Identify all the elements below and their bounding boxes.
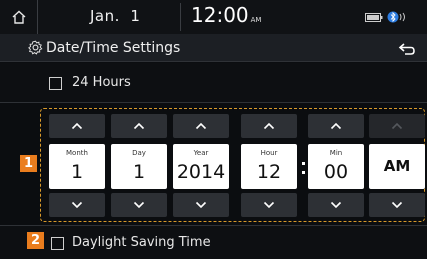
chevron-down-icon	[133, 201, 145, 209]
day-down-button[interactable]	[111, 193, 167, 217]
year-field[interactable]: Year 2014	[173, 144, 229, 189]
year-down-button[interactable]	[173, 193, 229, 217]
callout-badge-2: 2	[27, 232, 44, 249]
screen: Jan. 1 12:00 AM Date/Time Settings 24 Ho…	[0, 0, 427, 259]
hours24-label: 24 Hours	[72, 75, 131, 90]
time-colon	[302, 154, 306, 180]
status-date: Jan. 1	[90, 7, 141, 25]
min-value: 00	[323, 161, 349, 183]
chevron-up-icon	[391, 122, 403, 130]
month-value: 1	[70, 161, 84, 183]
bluetooth-icon	[387, 11, 405, 23]
month-up-button[interactable]	[49, 114, 105, 138]
title-bar: Date/Time Settings	[0, 34, 427, 62]
status-icons	[365, 11, 409, 23]
min-field[interactable]: Min 00	[308, 144, 364, 189]
day-field[interactable]: Day 1	[111, 144, 167, 189]
chevron-up-icon	[71, 122, 83, 130]
chevron-up-icon	[133, 122, 145, 130]
status-ampm: AM	[250, 16, 262, 24]
gear-icon	[28, 40, 43, 55]
dst-label: Daylight Saving Time	[72, 235, 211, 250]
chevron-down-icon	[263, 201, 275, 209]
chevron-down-icon	[71, 201, 83, 209]
hour-up-button[interactable]	[241, 114, 297, 138]
callout-badge-1: 1	[20, 155, 37, 172]
hours24-row[interactable]: 24 Hours	[0, 63, 427, 103]
chevron-down-icon	[391, 201, 403, 209]
dst-checkbox[interactable]	[51, 237, 64, 250]
back-button[interactable]	[398, 41, 416, 60]
chevron-down-icon	[330, 201, 342, 209]
hour-label: Hour	[260, 149, 278, 157]
status-clock: 12:00 AM	[180, 3, 261, 31]
hour-value: 12	[256, 161, 282, 183]
dst-row[interactable]: Daylight Saving Time	[0, 225, 427, 259]
month-down-button[interactable]	[49, 193, 105, 217]
month-field[interactable]: Month 1	[49, 144, 105, 189]
ampm-value: AM	[383, 157, 411, 175]
year-label: Year	[193, 149, 209, 157]
min-down-button[interactable]	[308, 193, 364, 217]
min-label: Min	[329, 149, 343, 157]
chevron-up-icon	[263, 122, 275, 130]
min-up-button[interactable]	[308, 114, 364, 138]
status-bar: Jan. 1 12:00 AM	[0, 0, 427, 34]
year-value: 2014	[176, 161, 226, 183]
day-label: Day	[132, 149, 146, 157]
chevron-down-icon	[195, 201, 207, 209]
back-icon	[398, 43, 415, 55]
ampm-field[interactable]: AM	[369, 144, 425, 189]
home-icon	[12, 10, 25, 24]
status-time: 12:00	[191, 3, 249, 27]
month-label: Month	[66, 149, 88, 157]
day-up-button[interactable]	[111, 114, 167, 138]
battery-icon	[365, 12, 383, 22]
day-value: 1	[132, 161, 146, 183]
chevron-up-icon	[330, 122, 342, 130]
ampm-down-button[interactable]	[369, 193, 425, 217]
year-up-button[interactable]	[173, 114, 229, 138]
hours24-checkbox[interactable]	[49, 77, 62, 90]
hour-down-button[interactable]	[241, 193, 297, 217]
hour-field[interactable]: Hour 12	[241, 144, 297, 189]
home-button[interactable]	[0, 0, 38, 34]
page-title: Date/Time Settings	[46, 40, 181, 56]
ampm-up-button[interactable]	[369, 114, 425, 138]
chevron-up-icon	[195, 122, 207, 130]
